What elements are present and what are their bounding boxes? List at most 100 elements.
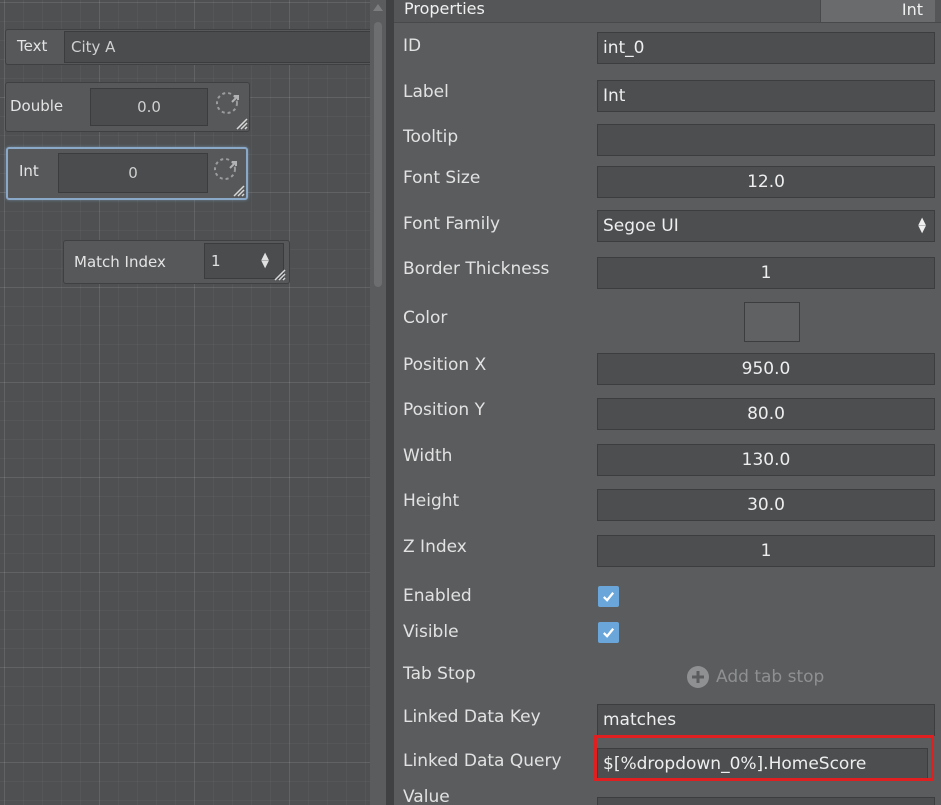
prop-label-color: Color	[403, 308, 448, 328]
prop-label-label: Label	[403, 82, 449, 102]
prop-row-border-thickness: Border Thickness 1	[394, 251, 941, 295]
height-field[interactable]: 30.0	[597, 489, 935, 521]
select-arrows-icon: ▲ ▼	[918, 216, 926, 235]
linked-data-key-value: matches	[603, 710, 677, 730]
color-swatch[interactable]	[744, 302, 800, 342]
prop-row-position-x: Position X 950.0	[394, 347, 941, 391]
prop-label-linked-data-key: Linked Data Key	[403, 707, 541, 727]
font-family-select[interactable]: Segoe UI ▲ ▼	[597, 210, 935, 242]
label-field[interactable]: Int	[597, 80, 935, 112]
label-value: Int	[603, 86, 626, 106]
text-widget-value: City A	[71, 38, 116, 56]
z-index-field[interactable]: 1	[597, 535, 935, 567]
prop-row-tooltip: Tooltip	[394, 119, 941, 163]
link-icon[interactable]	[211, 155, 243, 187]
double-widget-value: 0.0	[137, 98, 161, 116]
prop-label-position-y: Position Y	[403, 400, 485, 420]
prop-row-width: Width 130.0	[394, 438, 941, 482]
font-family-value: Segoe UI	[603, 216, 679, 236]
properties-title: Properties	[404, 0, 485, 18]
prop-row-z-index: Z Index 1	[394, 529, 941, 573]
properties-panel: Properties Int ID int_0 Label Int Toolti…	[394, 0, 941, 805]
prop-label-height: Height	[403, 491, 460, 511]
prop-row-visible: Visible	[394, 614, 941, 658]
int-widget-input[interactable]: 0	[58, 153, 208, 193]
double-widget-input[interactable]: 0.0	[90, 88, 208, 126]
linked-data-query-value: $[%dropdown_0%].HomeScore	[603, 754, 867, 774]
canvas-scrollbar-thumb[interactable]	[374, 22, 382, 287]
prop-row-linked-data-key: Linked Data Key matches	[394, 699, 941, 743]
prop-row-value: Value 0	[394, 783, 941, 805]
resize-grip-icon[interactable]	[233, 185, 245, 197]
resize-grip-icon[interactable]	[274, 269, 286, 281]
match-index-label: Match Index	[74, 253, 166, 271]
int-widget[interactable]: Int 0	[6, 147, 248, 200]
text-widget-label: Text	[17, 37, 48, 55]
id-value: int_0	[603, 38, 645, 58]
prop-label-enabled: Enabled	[403, 586, 472, 606]
resize-grip-icon[interactable]	[236, 118, 248, 130]
properties-type-tab[interactable]: Int	[820, 0, 935, 22]
prop-label-value: Value	[403, 787, 450, 805]
spinner-icon[interactable]: ▲ ▼	[261, 252, 269, 270]
border-thickness-value: 1	[760, 263, 772, 283]
prop-row-color: Color	[394, 300, 941, 344]
checkmark-icon	[603, 628, 615, 638]
font-size-value: 12.0	[747, 172, 785, 192]
prop-label-position-x: Position X	[403, 355, 487, 375]
value-field[interactable]: 0	[597, 797, 935, 805]
double-widget-label: Double	[10, 97, 64, 115]
prop-label-id: ID	[403, 36, 422, 56]
double-widget[interactable]: Double 0.0	[5, 82, 250, 132]
text-widget[interactable]: Text City A	[5, 29, 370, 65]
add-tab-stop-label: Add tab stop	[716, 667, 825, 687]
prop-label-tooltip: Tooltip	[403, 127, 459, 147]
visible-checkbox[interactable]	[598, 622, 619, 643]
checkmark-icon	[603, 592, 615, 602]
position-x-field[interactable]: 950.0	[597, 353, 935, 385]
width-value: 130.0	[741, 450, 791, 470]
border-thickness-field[interactable]: 1	[597, 257, 935, 289]
int-widget-value: 0	[128, 164, 138, 182]
prop-label-font-family: Font Family	[403, 214, 501, 234]
properties-header: Properties Int	[394, 0, 941, 23]
prop-label-linked-data-query: Linked Data Query	[403, 751, 562, 771]
add-tab-stop-button[interactable]: Add tab stop	[686, 665, 824, 689]
prop-label-width: Width	[403, 446, 453, 466]
text-widget-input[interactable]: City A	[64, 31, 370, 63]
height-value: 30.0	[747, 495, 785, 515]
position-y-field[interactable]: 80.0	[597, 398, 935, 430]
id-field[interactable]: int_0	[597, 32, 935, 64]
enabled-checkbox[interactable]	[598, 586, 619, 607]
tooltip-field[interactable]	[597, 124, 935, 156]
z-index-value: 1	[760, 541, 772, 561]
panel-splitter[interactable]	[386, 0, 394, 805]
font-size-field[interactable]: 12.0	[597, 166, 935, 198]
prop-row-linked-data-query: Linked Data Query $[%dropdown_0%].HomeSc…	[394, 743, 941, 787]
match-index-value: 1	[211, 252, 221, 270]
prop-row-tab-stop: Tab Stop	[394, 656, 941, 700]
position-x-value: 950.0	[741, 359, 791, 379]
match-index-widget[interactable]: Match Index 1 ▲ ▼	[63, 240, 290, 284]
prop-row-id: ID int_0	[394, 28, 941, 72]
design-canvas[interactable]: Text City A Double 0.0 Int 0 Match Index…	[0, 0, 370, 805]
prop-row-position-y: Position Y 80.0	[394, 392, 941, 436]
prop-label-visible: Visible	[403, 622, 459, 642]
link-icon[interactable]	[213, 89, 245, 121]
linked-data-key-field[interactable]: matches	[597, 704, 935, 736]
scroll-up-arrow-icon[interactable]	[373, 4, 383, 11]
prop-label-font-size: Font Size	[403, 168, 481, 188]
linked-data-query-field[interactable]: $[%dropdown_0%].HomeScore	[597, 748, 928, 780]
match-index-input[interactable]: 1 ▲ ▼	[204, 243, 284, 279]
plus-circle-icon	[687, 666, 709, 688]
prop-label-border-thickness: Border Thickness	[403, 259, 550, 279]
prop-row-label: Label Int	[394, 74, 941, 118]
prop-row-font-size: Font Size 12.0	[394, 160, 941, 204]
position-y-value: 80.0	[747, 404, 785, 424]
prop-label-z-index: Z Index	[403, 537, 467, 557]
int-widget-label: Int	[19, 162, 39, 180]
prop-label-tab-stop: Tab Stop	[403, 664, 476, 684]
width-field[interactable]: 130.0	[597, 444, 935, 476]
prop-row-font-family: Font Family Segoe UI ▲ ▼	[394, 206, 941, 250]
prop-row-height: Height 30.0	[394, 483, 941, 527]
